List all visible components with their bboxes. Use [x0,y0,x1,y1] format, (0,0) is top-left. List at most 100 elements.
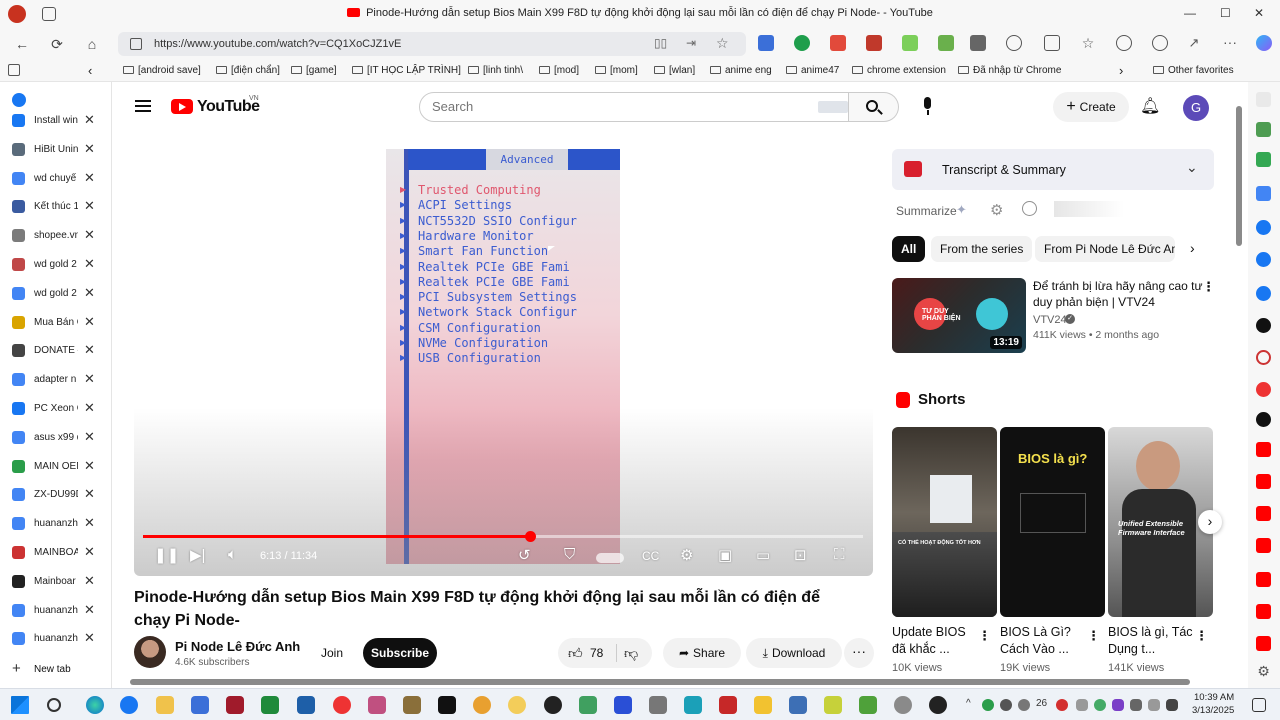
sidebar-tab[interactable]: wd chuyể ✕ [0,165,112,193]
youtube-icon[interactable] [1256,442,1271,457]
bookmark-folder[interactable]: [mod] [539,65,579,76]
close-tab-icon[interactable]: ✕ [84,486,95,502]
taskbar-app-icon[interactable] [544,696,562,714]
search-button[interactable] [849,92,899,122]
extension-icon[interactable] [938,35,954,51]
close-tab-icon[interactable]: ✕ [84,342,95,358]
sidebar-app-icon[interactable] [1256,152,1271,167]
chevron-down-icon[interactable]: ⌄ [1186,159,1198,176]
bookmark-folder[interactable]: [mom] [595,65,638,76]
extension-icon[interactable] [866,35,882,51]
search-icon[interactable] [47,698,61,712]
more-bookmarks-icon[interactable]: › [1119,63,1123,78]
close-tab-icon[interactable]: ✕ [84,400,95,416]
youtube-icon[interactable] [1256,572,1271,587]
new-tab-button[interactable]: + New tab [0,660,112,680]
voice-search-button[interactable] [913,92,943,122]
channel-avatar[interactable] [134,636,166,668]
taskbar-app-icon[interactable] [719,696,737,714]
taskbar-app-icon[interactable] [754,696,772,714]
windows-start-icon[interactable] [11,696,29,714]
close-tab-icon[interactable]: ✕ [84,573,95,589]
captions-icon[interactable]: CC [642,549,659,563]
tray-icon[interactable] [1000,699,1012,711]
taskbar-app-icon[interactable] [403,696,421,714]
taskbar-app-icon[interactable] [508,696,526,714]
video-thumbnail[interactable]: TƯ DUY PHẢN BIỆN 13:19 [892,278,1026,353]
taskbar-app-icon[interactable] [473,696,491,714]
search-input[interactable] [432,99,812,114]
sidebar-app-icon[interactable] [1256,318,1271,333]
clock-date[interactable]: 3/13/2025 [1192,705,1234,716]
bookmark-folder[interactable]: [wlan] [654,65,695,76]
file-explorer-icon[interactable] [156,696,174,714]
short-title[interactable]: BIOS Là Gì? Cách Vào ... [1000,624,1090,658]
close-tab-icon[interactable]: ✕ [84,515,95,531]
taskbar-app-icon[interactable] [579,696,597,714]
shield-icon[interactable]: ⛉ [564,546,575,563]
channel-name[interactable]: Pi Node Lê Đức Anh [175,639,300,654]
home-icon[interactable]: ⌂ [82,34,102,54]
sidebar-tab[interactable]: Kết thúc 1 ✕ [0,193,112,221]
sidebar-tab[interactable]: ZX-DU99D ✕ [0,481,112,509]
facebook-icon[interactable] [1256,220,1271,235]
share-button[interactable]: ➦ Share [663,638,741,668]
taskbar-app-icon[interactable] [438,696,456,714]
chevron-right-icon[interactable]: › [1190,240,1195,256]
taskbar-app-icon[interactable] [684,696,702,714]
close-tab-icon[interactable]: ✕ [84,371,95,387]
bookmark-folder[interactable]: Đã nhập từ Chrome [958,65,1061,76]
youtube-icon[interactable] [1256,538,1271,553]
sidebar-app-icon[interactable] [1256,122,1271,137]
keyboard-icon[interactable] [818,101,848,113]
transcript-summary-panel[interactable]: Transcript & Summary ⌄ [892,149,1214,190]
tray-icon[interactable] [1076,699,1088,711]
close-tab-icon[interactable]: ✕ [84,256,95,272]
fullscreen-icon[interactable]: ⛶ [834,546,845,563]
taskbar-app-icon[interactable] [789,696,807,714]
sidebar-tab[interactable]: asus x99 d ✕ [0,424,112,452]
sidebar-tab[interactable]: wd gold 2 ✕ [0,280,112,308]
extensions-icon[interactable] [1006,35,1022,51]
extension-icon[interactable] [902,35,918,51]
youtube-icon[interactable] [1256,474,1271,489]
menu-icon[interactable] [135,100,151,102]
create-button[interactable]: + Create [1053,92,1129,122]
notifications-bell-icon[interactable]: 🔔︎ [1140,96,1160,116]
recommended-channel[interactable]: VTV24 [1033,314,1067,326]
facebook-pinned-icon[interactable] [12,93,26,107]
autoplay-toggle[interactable] [596,553,624,563]
next-icon[interactable]: ▶| [190,546,205,564]
sidebar-app-icon[interactable] [1256,412,1271,427]
tray-icon[interactable] [1130,699,1142,711]
more-actions-icon[interactable]: ··· [844,638,874,668]
split-view-icon[interactable]: ▯▯ [654,36,667,50]
bookmarks-back-icon[interactable]: ‹ [88,63,92,78]
avatar[interactable]: G [1183,95,1209,121]
sidebar-app-icon[interactable] [1256,92,1271,107]
taskbar-app-icon[interactable] [226,696,244,714]
tray-icon[interactable] [982,699,994,711]
sidebar-tab[interactable]: Mua Bán C ✕ [0,309,112,337]
taskbar-app-icon[interactable] [929,696,947,714]
close-tab-icon[interactable]: ✕ [84,112,95,128]
close-tab-icon[interactable]: ✕ [84,170,95,186]
like-count[interactable]: 78 [590,638,603,668]
page-scrollbar[interactable] [1234,86,1244,676]
url-text[interactable]: https://www.youtube.com/watch?v=CQ1XoCJZ… [154,38,401,50]
short-title[interactable]: BIOS là gì, Tác Dụng t... [1108,624,1198,658]
miniplayer-icon[interactable]: ▣ [718,546,732,564]
taskbar-app-icon[interactable] [824,696,842,714]
scrollbar-thumb[interactable] [130,679,1190,685]
favorite-star-icon[interactable]: ☆ [716,35,729,52]
sidebar-tab[interactable]: MAINBOA ✕ [0,539,112,567]
volume-icon[interactable]: 🔈︎ [228,546,237,563]
bookmark-folder[interactable]: anime47 [786,65,839,76]
like-icon[interactable]: 👍︎ [568,638,583,668]
youtube-icon[interactable] [1256,604,1271,619]
download-button[interactable]: ⤓ Download [746,638,842,668]
more-vert-icon[interactable]: ⋮ [978,628,991,644]
taskbar-app-icon[interactable] [191,696,209,714]
progress-bar[interactable] [143,531,863,542]
tray-icon[interactable] [1166,699,1178,711]
